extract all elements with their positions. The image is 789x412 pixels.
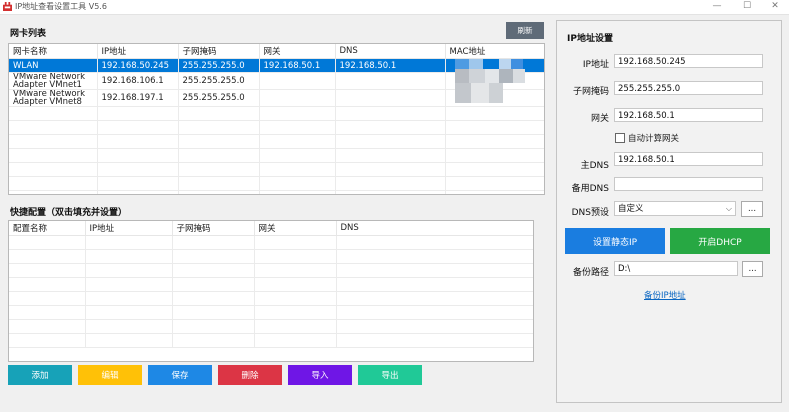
cell-ip: 192.168.50.245 — [97, 58, 179, 73]
delete-button[interactable]: 删除 — [218, 365, 282, 385]
gateway-field[interactable]: 192.168.50.1 — [614, 108, 763, 122]
empty-row — [9, 162, 544, 177]
export-button[interactable]: 导出 — [358, 365, 422, 385]
mask-field[interactable]: 255.255.255.0 — [614, 81, 763, 95]
mac-blur-mosaic — [455, 59, 527, 105]
backup-path-label: 备份路径 — [572, 268, 609, 278]
empty-row — [9, 235, 533, 250]
cell-gateway: 192.168.50.1 — [259, 58, 336, 73]
cell-mask: 255.255.255.0 — [178, 72, 260, 90]
cell-mask: 255.255.255.0 — [178, 58, 260, 73]
col-mask[interactable]: 子网掩码 — [172, 221, 255, 236]
empty-row — [9, 263, 533, 278]
cell-dns — [335, 89, 446, 107]
cell-name: VMware Network Adapter VMnet1 — [9, 72, 98, 90]
dns2-field[interactable] — [614, 177, 763, 191]
adapter-grid-header: 网卡名称 IP地址 子网掩码 网关 DNS MAC地址 — [9, 44, 544, 59]
dns-preset-select[interactable]: 自定义 ⌵ — [614, 201, 736, 216]
empty-row — [9, 319, 533, 334]
empty-row — [9, 106, 544, 121]
cell-gateway — [259, 89, 336, 107]
cell-dns: 192.168.50.1 — [335, 58, 446, 73]
empty-row — [9, 190, 544, 194]
empty-row — [9, 305, 533, 320]
dns2-label: 备用DNS — [571, 184, 609, 194]
dns-preset-browse-button[interactable]: ... — [741, 201, 763, 217]
ip-settings-title: IP地址设置 — [567, 34, 613, 44]
col-gateway[interactable]: 网关 — [254, 221, 337, 236]
set-static-ip-button[interactable]: 设置静态IP — [565, 228, 665, 254]
cell-name: WLAN — [9, 58, 98, 73]
cell-ip: 192.168.106.1 — [97, 72, 179, 90]
col-mask[interactable]: 子网掩码 — [178, 44, 260, 59]
minimize-icon[interactable]: — — [703, 0, 731, 14]
empty-row — [9, 148, 544, 163]
cell-ip: 192.168.197.1 — [97, 89, 179, 107]
quick-config-title: 快捷配置（双击填充并设置） — [10, 208, 128, 218]
backup-path-field[interactable]: D:\ — [614, 261, 738, 276]
refresh-button[interactable]: 刷新 — [506, 22, 544, 39]
col-dns[interactable]: DNS — [335, 44, 446, 59]
close-icon[interactable]: ✕ — [761, 0, 789, 14]
backup-path-browse-button[interactable]: ... — [742, 261, 763, 277]
ip-label: IP地址 — [582, 60, 609, 70]
cell-gateway — [259, 72, 336, 90]
col-dns[interactable]: DNS — [336, 221, 533, 236]
window-title: IP地址查看设置工具 V5.6 — [15, 2, 107, 11]
mask-label: 子网掩码 — [572, 87, 609, 97]
empty-row — [9, 176, 544, 191]
auto-gateway-label: 自动计算网关 — [628, 134, 680, 144]
app-icon — [3, 2, 12, 11]
cell-mask: 255.255.255.0 — [178, 89, 260, 107]
gateway-label: 网关 — [590, 114, 609, 124]
save-button[interactable]: 保存 — [148, 365, 212, 385]
ip-field[interactable]: 192.168.50.245 — [614, 54, 763, 68]
cell-name: VMware Network Adapter VMnet8 — [9, 89, 98, 107]
import-button[interactable]: 导入 — [288, 365, 352, 385]
auto-gateway-checkbox[interactable] — [615, 133, 625, 143]
ip-settings-panel: IP地址设置 IP地址 192.168.50.245 子网掩码 255.255.… — [556, 20, 782, 403]
empty-row — [9, 333, 533, 348]
col-ip[interactable]: IP地址 — [97, 44, 179, 59]
backup-ip-link[interactable]: 备份IP地址 — [644, 289, 686, 301]
title-bar: IP地址查看设置工具 V5.6 — ☐ ✕ — [0, 0, 789, 15]
col-gateway[interactable]: 网关 — [259, 44, 336, 59]
add-button[interactable]: 添加 — [8, 365, 72, 385]
col-adapter-name[interactable]: 网卡名称 — [9, 44, 98, 59]
empty-row — [9, 249, 533, 264]
adapter-grid[interactable]: 网卡名称 IP地址 子网掩码 网关 DNS MAC地址 WLAN 192.168… — [8, 43, 545, 195]
maximize-icon[interactable]: ☐ — [733, 0, 761, 14]
dns1-label: 主DNS — [580, 161, 609, 171]
dns1-field[interactable]: 192.168.50.1 — [614, 152, 763, 166]
dns-preset-value: 自定义 — [618, 204, 644, 214]
chevron-down-icon: ⌵ — [725, 204, 732, 213]
col-ip[interactable]: IP地址 — [85, 221, 173, 236]
dns-preset-label: DNS预设 — [571, 208, 609, 218]
quick-grid-header: 配置名称 IP地址 子网掩码 网关 DNS — [9, 221, 533, 236]
empty-row — [9, 291, 533, 306]
cell-dns — [335, 72, 446, 90]
edit-button[interactable]: 编辑 — [78, 365, 142, 385]
col-mac[interactable]: MAC地址 — [445, 44, 544, 59]
empty-row — [9, 277, 533, 292]
adapter-list-title: 网卡列表 — [10, 29, 47, 39]
empty-row — [9, 134, 544, 149]
empty-row — [9, 120, 544, 135]
enable-dhcp-button[interactable]: 开启DHCP — [670, 228, 770, 254]
col-config-name[interactable]: 配置名称 — [9, 221, 86, 236]
quick-config-grid[interactable]: 配置名称 IP地址 子网掩码 网关 DNS — [8, 220, 534, 362]
